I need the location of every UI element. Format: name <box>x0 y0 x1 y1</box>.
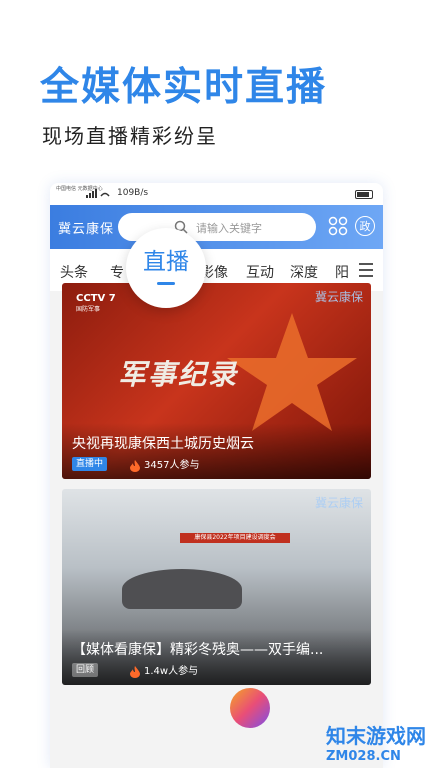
watermark-name: 知末游戏网 <box>326 724 426 748</box>
viewer-count: 3457人参与 <box>144 460 200 471</box>
card-art-title: 军事纪录 <box>118 358 239 391</box>
phone-mockup: 中国电信 元数据中心 109B/s 冀云康保 请输入关键字 政 头条 专 影像 <box>50 183 383 768</box>
card-watermark: 冀云康保 <box>314 496 363 510</box>
viewer-count: 1.4w人参与 <box>144 666 199 677</box>
site-watermark: 知末游戏网 ZM028.CN <box>326 720 426 764</box>
tab-special[interactable]: 专 <box>110 262 124 282</box>
apps-icon[interactable] <box>328 216 348 236</box>
live-bubble-underline <box>157 282 175 285</box>
watermark-logo-icon <box>230 688 270 728</box>
gov-icon[interactable]: 政 <box>355 216 375 236</box>
app-brand: 冀云康保 <box>58 222 115 237</box>
status-bar: 中国电信 元数据中心 109B/s <box>50 183 383 205</box>
watermark-url: ZM028.CN <box>326 749 401 764</box>
fire-icon <box>130 460 140 472</box>
replay-badge: 回顾 <box>72 663 99 677</box>
meeting-banner: 康保县2022年项目建设调度会 <box>180 533 290 543</box>
signal-icon <box>86 189 110 198</box>
live-highlight-bubble: 直播 <box>126 228 206 308</box>
tab-headline[interactable]: 头条 <box>60 262 88 282</box>
live-bubble-label: 直播 <box>143 249 189 275</box>
promo-title: 全媒体实时直播 <box>40 65 328 110</box>
app-header: 冀云康保 请输入关键字 政 <box>50 205 383 249</box>
live-card[interactable]: CCTV 7 国防军事 冀云康保 军事纪录 央视再现康保西土城历史烟云 直播中 … <box>62 283 371 479</box>
promo-subtitle: 现场直播精彩纷呈 <box>42 124 218 148</box>
card-title: 央视再现康保西土城历史烟云 <box>72 436 254 452</box>
battery-icon <box>355 190 373 199</box>
card-watermark: 冀云康保 <box>314 290 363 304</box>
tab-yang[interactable]: 阳 <box>335 262 349 282</box>
fire-icon <box>130 666 140 678</box>
tab-interaction[interactable]: 互动 <box>246 262 274 282</box>
network-speed: 109B/s <box>117 188 149 198</box>
meeting-table <box>122 569 242 609</box>
tab-depth[interactable]: 深度 <box>290 262 318 282</box>
live-badge: 直播中 <box>72 457 108 471</box>
card-title: 【媒体看康保】精彩冬残奥——双手编... <box>72 642 324 658</box>
search-placeholder: 请输入关键字 <box>196 222 262 235</box>
menu-icon[interactable] <box>359 263 373 281</box>
cctv-logo: CCTV 7 国防军事 <box>76 293 116 313</box>
replay-card[interactable]: 康保县2022年项目建设调度会 冀云康保 【媒体看康保】精彩冬残奥——双手编..… <box>62 489 371 685</box>
star-graphic <box>227 313 357 431</box>
